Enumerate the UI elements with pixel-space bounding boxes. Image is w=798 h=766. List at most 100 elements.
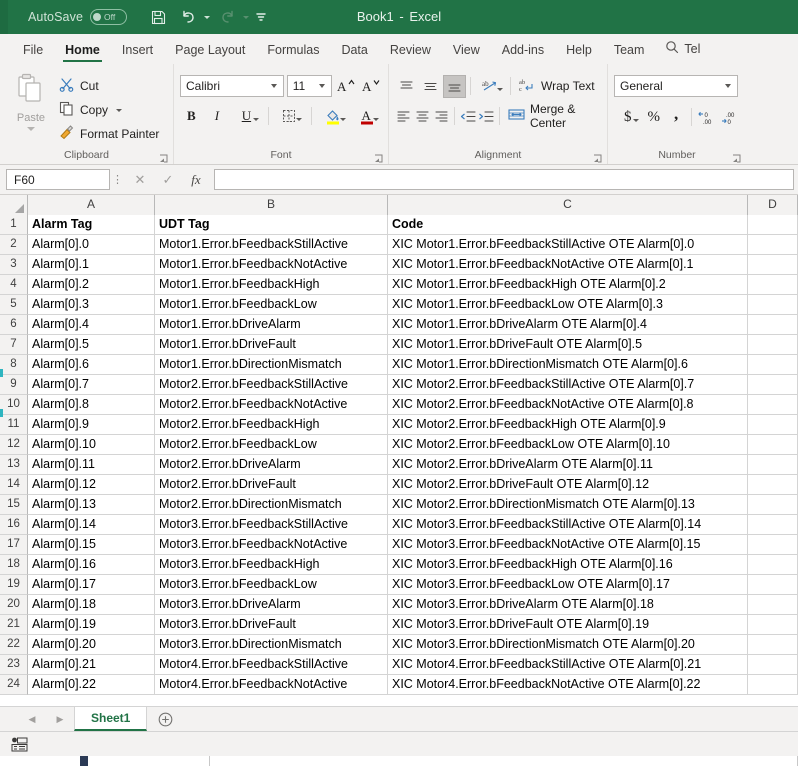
cell-c15[interactable]: XIC Motor2.Error.bDirectionMismatch OTE …	[388, 495, 748, 515]
increase-indent-button[interactable]	[478, 105, 496, 128]
cell-c6[interactable]: XIC Motor1.Error.bDriveAlarm OTE Alarm[0…	[388, 315, 748, 335]
row-header[interactable]: 10	[0, 395, 28, 415]
table-row[interactable]: Alarm[0].15 Motor3.Error.bFeedbackNotAct…	[28, 535, 798, 555]
align-top-button[interactable]	[395, 75, 418, 98]
table-row[interactable]: Alarm[0].21 Motor4.Error.bFeedbackStillA…	[28, 655, 798, 675]
row-header[interactable]: 15	[0, 495, 28, 515]
cell-c18[interactable]: XIC Motor3.Error.bFeedbackHigh OTE Alarm…	[388, 555, 748, 575]
cell-a7[interactable]: Alarm[0].5	[28, 335, 155, 355]
fill-color-dropdown-caret-icon[interactable]	[339, 117, 346, 121]
row-header[interactable]: 12	[0, 435, 28, 455]
cell-d2[interactable]	[748, 235, 798, 255]
macro-record-icon[interactable]	[8, 737, 30, 752]
formula-input[interactable]	[214, 169, 794, 190]
table-row[interactable]: Alarm[0].13 Motor2.Error.bDirectionMisma…	[28, 495, 798, 515]
autosave-control[interactable]: AutoSave Off	[28, 9, 128, 25]
number-format-combo[interactable]: General	[614, 75, 738, 97]
row-header[interactable]: 14	[0, 475, 28, 495]
cell-d19[interactable]	[748, 575, 798, 595]
cell-a19[interactable]: Alarm[0].17	[28, 575, 155, 595]
select-all-corner[interactable]	[0, 195, 28, 215]
cell-c10[interactable]: XIC Motor2.Error.bFeedbackNotActive OTE …	[388, 395, 748, 415]
accounting-format-button[interactable]: $	[614, 106, 642, 129]
row-header[interactable]: 13	[0, 455, 28, 475]
paste-button[interactable]: Paste	[6, 70, 56, 148]
cell-c11[interactable]: XIC Motor2.Error.bFeedbackHigh OTE Alarm…	[388, 415, 748, 435]
cell-c2[interactable]: XIC Motor1.Error.bFeedbackStillActive OT…	[388, 235, 748, 255]
copy-dropdown-caret-icon[interactable]	[116, 108, 123, 112]
row-header[interactable]: 20	[0, 595, 28, 615]
cell-a23[interactable]: Alarm[0].21	[28, 655, 155, 675]
cell-a16[interactable]: Alarm[0].14	[28, 515, 155, 535]
number-dialog-launcher-icon[interactable]	[732, 153, 741, 163]
redo-dropdown-caret-icon[interactable]	[243, 15, 250, 19]
cell-d8[interactable]	[748, 355, 798, 375]
accounting-dropdown-caret-icon[interactable]	[632, 118, 639, 122]
row-header[interactable]: 6	[0, 315, 28, 335]
cell-d4[interactable]	[748, 275, 798, 295]
align-center-button[interactable]	[414, 105, 432, 128]
table-row[interactable]: Alarm[0].12 Motor2.Error.bDriveFault XIC…	[28, 475, 798, 495]
row-header[interactable]: 23	[0, 655, 28, 675]
cell-d24[interactable]	[748, 675, 798, 695]
cell-b10[interactable]: Motor2.Error.bFeedbackNotActive	[155, 395, 388, 415]
redo-icon[interactable]	[214, 5, 240, 29]
wrap-text-button[interactable]: ab c Wrap Text	[515, 75, 599, 98]
cell-a9[interactable]: Alarm[0].7	[28, 375, 155, 395]
row-header[interactable]: 19	[0, 575, 28, 595]
orientation-dropdown-caret-icon[interactable]	[497, 87, 503, 91]
cell-b12[interactable]: Motor2.Error.bFeedbackLow	[155, 435, 388, 455]
row-header[interactable]: 11	[0, 415, 28, 435]
insert-function-button[interactable]: fx	[182, 169, 210, 190]
table-row[interactable]: Alarm[0].3 Motor1.Error.bFeedbackLow XIC…	[28, 295, 798, 315]
cell-b1[interactable]: UDT Tag	[155, 215, 388, 235]
decrease-indent-button[interactable]	[459, 105, 477, 128]
table-row[interactable]: Alarm Tag UDT Tag Code	[28, 215, 798, 235]
ribbon-tab-review[interactable]: Review	[379, 40, 442, 64]
cell-c3[interactable]: XIC Motor1.Error.bFeedbackNotActive OTE …	[388, 255, 748, 275]
decrease-font-size-button[interactable]: A	[360, 75, 382, 98]
row-header[interactable]: 16	[0, 515, 28, 535]
cell-a18[interactable]: Alarm[0].16	[28, 555, 155, 575]
cell-b21[interactable]: Motor3.Error.bDriveFault	[155, 615, 388, 635]
cell-d3[interactable]	[748, 255, 798, 275]
formula-bar-grip[interactable]: ⋮	[110, 173, 126, 186]
cell-d15[interactable]	[748, 495, 798, 515]
fill-color-button[interactable]	[318, 105, 348, 128]
cut-button[interactable]: Cut	[56, 76, 167, 97]
table-row[interactable]: Alarm[0].10 Motor2.Error.bFeedbackLow XI…	[28, 435, 798, 455]
bold-button[interactable]: B	[180, 105, 203, 128]
table-row[interactable]: Alarm[0].8 Motor2.Error.bFeedbackNotActi…	[28, 395, 798, 415]
cell-d9[interactable]	[748, 375, 798, 395]
cell-d23[interactable]	[748, 655, 798, 675]
cell-a12[interactable]: Alarm[0].10	[28, 435, 155, 455]
cell-c20[interactable]: XIC Motor3.Error.bDriveAlarm OTE Alarm[0…	[388, 595, 748, 615]
next-sheet-icon[interactable]: ▶	[46, 707, 74, 732]
cell-b15[interactable]: Motor2.Error.bDirectionMismatch	[155, 495, 388, 515]
cell-c17[interactable]: XIC Motor3.Error.bFeedbackNotActive OTE …	[388, 535, 748, 555]
cell-b16[interactable]: Motor3.Error.bFeedbackStillActive	[155, 515, 388, 535]
save-icon[interactable]	[145, 5, 171, 29]
cell-c8[interactable]: XIC Motor1.Error.bDirectionMismatch OTE …	[388, 355, 748, 375]
cell-a14[interactable]: Alarm[0].12	[28, 475, 155, 495]
increase-font-size-button[interactable]: A	[335, 75, 357, 98]
row-header[interactable]: 7	[0, 335, 28, 355]
cell-b13[interactable]: Motor2.Error.bDriveAlarm	[155, 455, 388, 475]
font-color-button[interactable]: A	[352, 105, 382, 128]
ribbon-tab-help[interactable]: Help	[555, 40, 603, 64]
cell-c19[interactable]: XIC Motor3.Error.bFeedbackLow OTE Alarm[…	[388, 575, 748, 595]
align-left-button[interactable]	[395, 105, 413, 128]
cell-a10[interactable]: Alarm[0].8	[28, 395, 155, 415]
cell-c1[interactable]: Code	[388, 215, 748, 235]
format-painter-button[interactable]: Format Painter	[56, 124, 167, 145]
cell-b23[interactable]: Motor4.Error.bFeedbackStillActive	[155, 655, 388, 675]
cell-c24[interactable]: XIC Motor4.Error.bFeedbackNotActive OTE …	[388, 675, 748, 695]
cell-a6[interactable]: Alarm[0].4	[28, 315, 155, 335]
orientation-button[interactable]: ab	[475, 75, 506, 98]
cell-d12[interactable]	[748, 435, 798, 455]
taskbar-item[interactable]	[88, 756, 210, 766]
cell-d6[interactable]	[748, 315, 798, 335]
cell-d13[interactable]	[748, 455, 798, 475]
column-header-c[interactable]: C	[388, 195, 748, 215]
underline-button[interactable]: U	[231, 105, 261, 128]
